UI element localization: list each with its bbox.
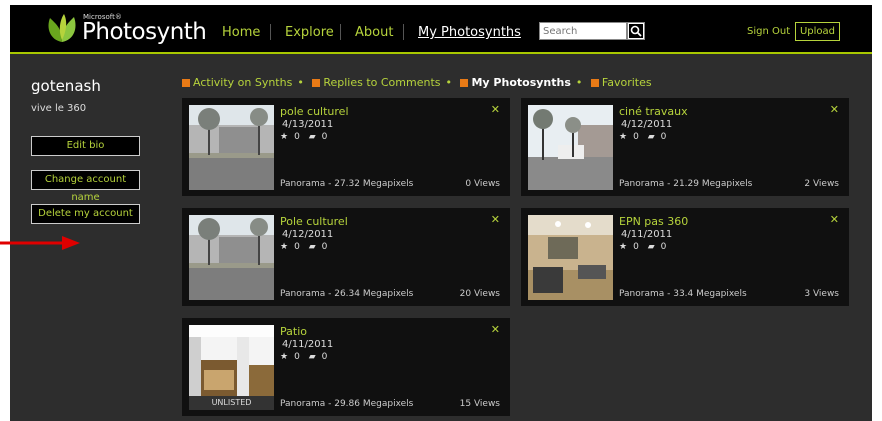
comments-count: 0: [321, 132, 328, 142]
top-navigation-bar: Microsoft® Photosynth Home Explore About…: [10, 5, 872, 54]
synth-stats: ★ 0 ▰ 0: [280, 242, 333, 252]
nav-separator: [270, 24, 271, 40]
stars-count: 0: [294, 132, 300, 142]
building-photo: [189, 215, 274, 300]
synth-date: 4/11/2011: [621, 229, 673, 240]
synth-date: 4/12/2011: [282, 229, 334, 240]
synth-title[interactable]: ciné travaux: [619, 105, 688, 118]
photosynth-wordmark: Photosynth: [82, 19, 207, 45]
synth-title[interactable]: pole culturel: [280, 105, 349, 118]
filter-replies-to-comments[interactable]: Replies to Comments: [323, 76, 440, 89]
synth-date: 4/13/2011: [282, 119, 334, 130]
search-input[interactable]: [539, 22, 627, 40]
synth-title[interactable]: Patio: [280, 325, 307, 338]
nav-separator: [340, 24, 341, 40]
view-count: 15 Views: [459, 399, 500, 409]
panorama-info: Panorama - 26.34 Megapixels: [280, 289, 414, 299]
sign-out-link[interactable]: Sign Out: [747, 26, 790, 37]
synth-card[interactable]: UNLISTED Patio 4/11/2011 ★ 0 ▰ 0 Panorama …: [182, 318, 510, 416]
nav-home[interactable]: Home: [222, 25, 260, 40]
comment-icon: ▰: [308, 242, 316, 252]
panorama-info: Panorama - 27.32 Megapixels: [280, 179, 414, 189]
upload-button[interactable]: Upload: [795, 22, 840, 41]
synth-card[interactable]: ciné travaux 4/12/2011 ★ 0 ▰ 0 Panorama - …: [521, 98, 849, 196]
nav-explore[interactable]: Explore: [285, 25, 334, 40]
comment-icon: ▰: [308, 132, 316, 142]
view-count: 20 Views: [459, 289, 500, 299]
delete-synth-icon[interactable]: ✕: [830, 103, 839, 116]
rss-icon: [312, 79, 321, 87]
synth-thumbnail[interactable]: [528, 215, 613, 300]
synth-stats: ★ 0 ▰ 0: [280, 352, 333, 362]
user-tagline: vive le 360: [31, 103, 87, 114]
synth-stats: ★ 0 ▰ 0: [619, 132, 672, 142]
panorama-info: Panorama - 21.29 Megapixels: [619, 179, 753, 189]
filter-activity-on-synths[interactable]: Activity on Synths: [193, 76, 292, 89]
stars-count: 0: [633, 242, 639, 252]
stars-count: 0: [633, 132, 639, 142]
comment-icon: ▰: [647, 132, 655, 142]
view-count: 0 Views: [465, 179, 500, 189]
feed-filters: Activity on Synths • Replies to Comments •…: [182, 76, 652, 89]
red-arrow-annotation: [0, 236, 80, 250]
unlisted-badge: UNLISTED: [189, 396, 274, 410]
delete-synth-icon[interactable]: ✕: [491, 103, 500, 116]
nav-about[interactable]: About: [355, 25, 393, 40]
star-icon: ★: [619, 242, 628, 252]
comments-count: 0: [321, 352, 328, 362]
synth-thumbnail[interactable]: [528, 105, 613, 190]
filter-my-photosynths[interactable]: My Photosynths: [471, 76, 570, 89]
synth-thumbnail[interactable]: UNLISTED: [189, 325, 274, 410]
stars-count: 0: [294, 352, 300, 362]
delete-synth-icon[interactable]: ✕: [491, 323, 500, 336]
panorama-info: Panorama - 33.4 Megapixels: [619, 289, 747, 299]
view-count: 2 Views: [804, 179, 839, 189]
synth-thumbnail[interactable]: [189, 215, 274, 300]
username: gotenash: [31, 77, 101, 95]
synth-card[interactable]: Pole culturel 4/12/2011 ★ 0 ▰ 0 Panorama -…: [182, 208, 510, 306]
photosynth-logo[interactable]: Microsoft® Photosynth: [44, 11, 207, 47]
comments-count: 0: [660, 242, 667, 252]
synth-thumbnail[interactable]: [189, 105, 274, 190]
nav-my-photosynths[interactable]: My Photosynths: [418, 25, 521, 40]
photosynth-app: Microsoft® Photosynth Home Explore About…: [10, 5, 872, 421]
synth-stats: ★ 0 ▰ 0: [280, 132, 333, 142]
nav-separator: [403, 24, 404, 40]
delete-synth-icon[interactable]: ✕: [830, 213, 839, 226]
synth-title[interactable]: EPN pas 360: [619, 215, 688, 228]
rss-icon: [182, 79, 190, 87]
comments-count: 0: [321, 242, 328, 252]
filter-favorites[interactable]: Favorites: [602, 76, 652, 89]
star-icon: ★: [280, 242, 289, 252]
delete-synth-icon[interactable]: ✕: [491, 213, 500, 226]
synth-date: 4/11/2011: [282, 339, 334, 350]
synth-stats: ★ 0 ▰ 0: [619, 242, 672, 252]
search-button[interactable]: [627, 22, 645, 40]
synth-date: 4/12/2011: [621, 119, 673, 130]
delete-account-button[interactable]: Delete my account: [31, 204, 140, 224]
stars-count: 0: [294, 242, 300, 252]
comment-icon: ▰: [308, 352, 316, 362]
comments-count: 0: [660, 132, 667, 142]
synth-card[interactable]: EPN pas 360 4/11/2011 ★ 0 ▰ 0 Panorama - 3…: [521, 208, 849, 306]
rss-icon: [460, 79, 469, 87]
leaf-logo-icon: [48, 14, 76, 42]
building-photo: [189, 105, 274, 190]
star-icon: ★: [619, 132, 628, 142]
search-icon: [629, 24, 643, 38]
comment-icon: ▰: [647, 242, 655, 252]
panorama-info: Panorama - 29.86 Megapixels: [280, 399, 414, 409]
room-photo: [528, 215, 613, 300]
change-account-name-button[interactable]: Change account name: [31, 170, 140, 203]
edit-bio-button[interactable]: Edit bio: [31, 136, 140, 156]
synth-card[interactable]: pole culturel 4/13/2011 ★ 0 ▰ 0 Panorama -…: [182, 98, 510, 196]
rss-icon: [590, 79, 599, 87]
synth-title[interactable]: Pole culturel: [280, 215, 348, 228]
view-count: 3 Views: [804, 289, 839, 299]
street-photo: [528, 105, 613, 190]
star-icon: ★: [280, 132, 289, 142]
star-icon: ★: [280, 352, 289, 362]
